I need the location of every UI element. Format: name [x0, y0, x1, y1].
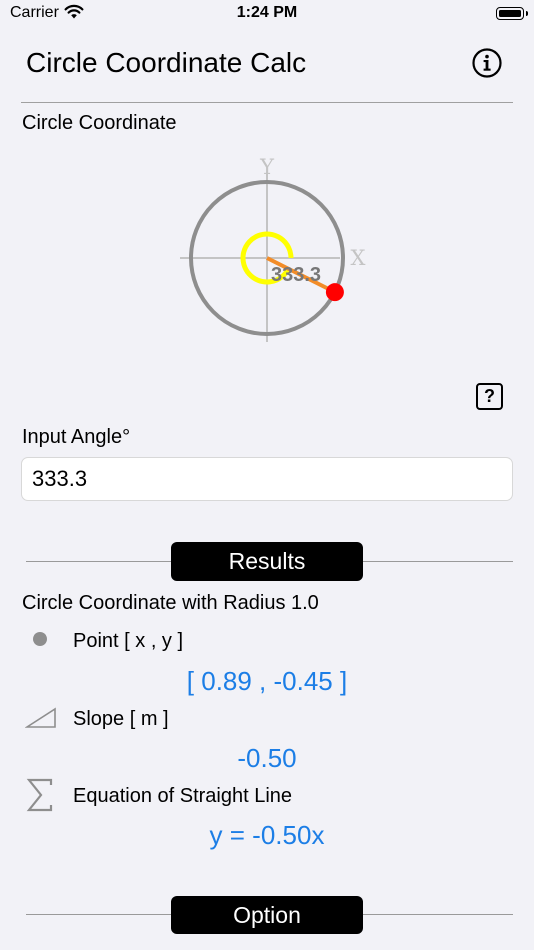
- title-divider: [21, 102, 513, 103]
- info-icon[interactable]: [472, 48, 502, 78]
- page-title: Circle Coordinate Calc: [26, 47, 307, 78]
- point-label: Point [ x , y ]: [73, 630, 184, 652]
- slope-value: -0.50: [237, 743, 297, 773]
- slope-label: Slope [ m ]: [73, 708, 169, 730]
- dot-icon: [33, 632, 47, 646]
- y-axis-label: Y: [259, 155, 275, 179]
- point-value: [ 0.89 , -0.45 ]: [186, 666, 348, 696]
- point-marker: [325, 283, 344, 302]
- angle-value-label: 333.3: [271, 264, 321, 286]
- diagram-section-label: Circle Coordinate: [22, 112, 177, 134]
- battery-icon: [496, 7, 528, 20]
- x-axis-label: X: [351, 246, 366, 270]
- option-divider-right: [362, 914, 513, 915]
- results-divider-left: [26, 561, 172, 562]
- equation-label: Equation of Straight Line: [73, 785, 293, 807]
- option-divider-left: [26, 914, 172, 915]
- slope-icon: [25, 707, 56, 728]
- results-subtitle: Circle Coordinate with Radius 1.0: [22, 592, 319, 614]
- results-header: Results: [171, 542, 363, 581]
- input-angle-label: Input Angle°: [22, 426, 131, 448]
- circle-diagram: X Y 333.3: [180, 155, 366, 342]
- option-header: Option: [171, 896, 363, 934]
- angle-input[interactable]: [21, 457, 513, 501]
- sigma-icon: [26, 778, 53, 812]
- equation-value: y = -0.50x: [209, 820, 325, 850]
- help-button[interactable]: ?: [476, 383, 503, 410]
- results-divider-right: [362, 561, 513, 562]
- status-time: 1:24 PM: [236, 4, 298, 21]
